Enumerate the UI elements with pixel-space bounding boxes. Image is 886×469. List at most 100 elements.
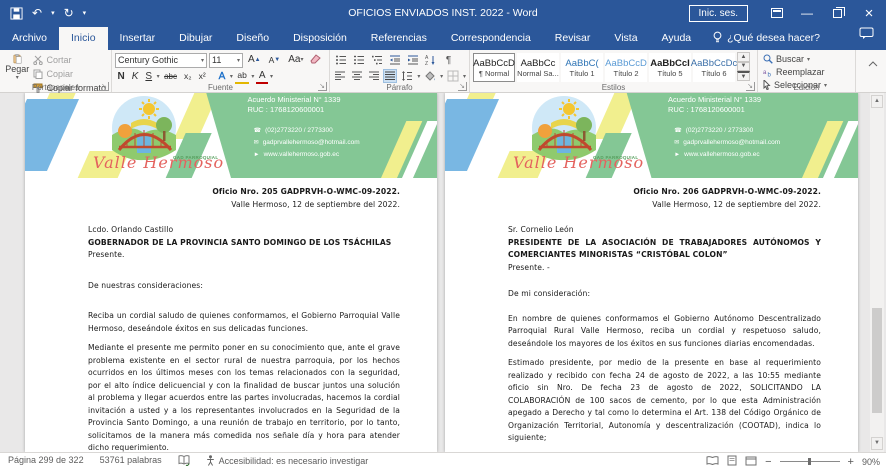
text-effects-dropdown-icon[interactable]: ▾	[230, 73, 233, 80]
highlight-dropdown-icon[interactable]: ▾	[251, 73, 254, 80]
word-count-status[interactable]: 53761 palabras	[100, 455, 162, 465]
style-titulo-6[interactable]: AaBbCcDcTítulo 6	[693, 53, 735, 82]
letter-body[interactable]: Oficio Nro. 206 GADPRVH-O-WMC-09-2022. V…	[445, 178, 858, 452]
italic-button[interactable]: K	[129, 70, 141, 83]
replace-button[interactable]: ab Reemplazar	[761, 66, 852, 78]
font-family-combo[interactable]: Century Gothic▾	[115, 53, 207, 68]
tab-inicio[interactable]: Inicio	[59, 27, 108, 50]
change-case-button[interactable]: Aa▾	[285, 54, 306, 66]
accessibility-status[interactable]: Accesibilidad: es necesario investigar	[206, 455, 369, 466]
find-button[interactable]: Buscar ▾	[761, 53, 852, 65]
sign-in-button[interactable]: Inic. ses.	[689, 5, 748, 22]
styles-scroll-up-icon[interactable]: ▲	[737, 52, 750, 62]
tab-revisar[interactable]: Revisar	[543, 27, 603, 50]
tab-insertar[interactable]: Insertar	[108, 27, 168, 50]
tell-me-box[interactable]: ¿Qué desea hacer?	[703, 26, 830, 50]
minimize-button[interactable]: —	[792, 0, 822, 26]
undo-dropdown-icon[interactable]: ▾	[51, 10, 55, 17]
scroll-down-icon[interactable]: ▼	[871, 437, 883, 450]
letter-body[interactable]: Oficio Nro. 205 GADPRVH-O-WMC-09-2022. V…	[25, 178, 437, 452]
clear-formatting-button[interactable]	[309, 51, 321, 69]
align-center-icon[interactable]	[350, 69, 364, 83]
text-effects-button[interactable]: A	[216, 70, 228, 83]
align-right-icon[interactable]	[367, 69, 381, 83]
copy-button[interactable]: Copiar	[31, 68, 108, 80]
tab-diseno[interactable]: Diseño	[224, 27, 281, 50]
font-size-combo[interactable]: 11▾	[209, 53, 243, 68]
zoom-level[interactable]: 90%	[862, 457, 880, 467]
style-titulo-2[interactable]: AaBbCcDTítulo 2	[605, 53, 647, 82]
line-spacing-dropdown-icon[interactable]: ▾	[417, 73, 420, 80]
style-titulo-1[interactable]: AaBbC(Título 1	[561, 53, 603, 82]
style-titulo-5[interactable]: AaBbCcITítulo 5	[649, 53, 691, 82]
tab-vista[interactable]: Vista	[602, 27, 649, 50]
align-left-icon[interactable]	[333, 69, 347, 83]
redo-icon[interactable]: ↻	[64, 7, 74, 19]
print-layout-icon[interactable]	[727, 455, 737, 468]
styles-dialog-launcher[interactable]: ↘	[746, 82, 755, 91]
ribbon-display-options-button[interactable]	[762, 0, 792, 26]
qat-customize-icon[interactable]: ▾	[83, 10, 87, 17]
justify-icon[interactable]	[383, 69, 397, 83]
comments-icon[interactable]	[847, 27, 886, 50]
collapse-ribbon-icon[interactable]	[860, 50, 886, 92]
numbering-icon[interactable]	[351, 53, 366, 67]
style-normal-sa[interactable]: AaBbCcNormal Sa...	[517, 53, 559, 82]
sort-icon[interactable]: AZ	[423, 53, 438, 67]
web-layout-icon[interactable]	[745, 456, 757, 468]
save-icon[interactable]	[10, 7, 23, 20]
underline-dropdown-icon[interactable]: ▾	[157, 73, 160, 80]
styles-scroll-down-icon[interactable]: ▼	[737, 62, 750, 72]
scroll-up-icon[interactable]: ▲	[871, 95, 883, 108]
shading-icon[interactable]	[423, 69, 437, 83]
cut-button[interactable]: Cortar	[31, 54, 108, 66]
undo-icon[interactable]: ↶	[32, 7, 42, 19]
ribbon-tab-row: Archivo Inicio Insertar Dibujar Diseño D…	[0, 26, 886, 50]
grow-font-button[interactable]: A▲	[245, 54, 264, 66]
font-color-dropdown-icon[interactable]: ▾	[270, 73, 273, 80]
font-color-button[interactable]: A	[256, 69, 268, 84]
styles-more-icon[interactable]: ▼	[737, 71, 750, 81]
subscript-button[interactable]: x₂	[182, 70, 195, 83]
tab-ayuda[interactable]: Ayuda	[650, 27, 704, 50]
document-page-1[interactable]: Valle Hermoso GAD PARROQUIAL Acuerdo Min…	[25, 93, 437, 452]
zoom-out-icon[interactable]: −	[765, 456, 771, 468]
restore-button[interactable]	[822, 0, 852, 26]
tab-archivo[interactable]: Archivo	[0, 27, 59, 50]
tab-referencias[interactable]: Referencias	[359, 27, 439, 50]
highlight-button[interactable]: ab	[235, 69, 249, 84]
line-spacing-icon[interactable]	[400, 69, 414, 83]
strikethrough-button[interactable]: abc	[162, 70, 180, 83]
superscript-button[interactable]: x²	[196, 70, 208, 83]
decrease-indent-icon[interactable]	[387, 53, 402, 67]
bold-button[interactable]: N	[115, 70, 127, 83]
tab-correspondencia[interactable]: Correspondencia	[439, 27, 543, 50]
tab-disposicion[interactable]: Disposición	[281, 27, 359, 50]
font-dialog-launcher[interactable]: ↘	[318, 82, 327, 91]
document-area[interactable]: Valle Hermoso GAD PARROQUIAL Acuerdo Min…	[0, 93, 886, 452]
document-page-2[interactable]: Valle Hermoso GAD PARROQUIAL Acuerdo Min…	[445, 93, 858, 452]
zoom-slider-thumb[interactable]	[808, 458, 811, 465]
show-marks-icon[interactable]: ¶	[441, 53, 456, 67]
bullets-icon[interactable]	[333, 53, 348, 67]
read-mode-icon[interactable]	[706, 456, 719, 468]
tab-dibujar[interactable]: Dibujar	[167, 27, 224, 50]
page-number-status[interactable]: Página 299 de 322	[8, 455, 84, 465]
underline-button[interactable]: S	[143, 70, 155, 83]
vertical-scrollbar[interactable]: ▲ ▼	[870, 93, 884, 452]
proofing-status-icon[interactable]	[178, 455, 190, 466]
borders-icon[interactable]	[446, 69, 460, 83]
shrink-font-button[interactable]: A▼	[266, 54, 284, 66]
shading-dropdown-icon[interactable]: ▾	[440, 73, 443, 80]
clipboard-dialog-launcher[interactable]: ↘	[100, 82, 109, 91]
paragraph-dialog-launcher[interactable]: ↘	[458, 82, 467, 91]
borders-dropdown-icon[interactable]: ▾	[463, 73, 466, 80]
close-button[interactable]: ×	[852, 0, 886, 26]
multilevel-list-icon[interactable]	[369, 53, 384, 67]
zoom-slider[interactable]	[780, 461, 840, 462]
increase-indent-icon[interactable]	[405, 53, 420, 67]
paste-button[interactable]: Pegar ▾	[3, 52, 31, 81]
scrollbar-thumb[interactable]	[872, 308, 882, 413]
style-normal[interactable]: AaBbCcD¶ Normal	[473, 53, 515, 82]
zoom-in-icon[interactable]: +	[848, 456, 854, 468]
